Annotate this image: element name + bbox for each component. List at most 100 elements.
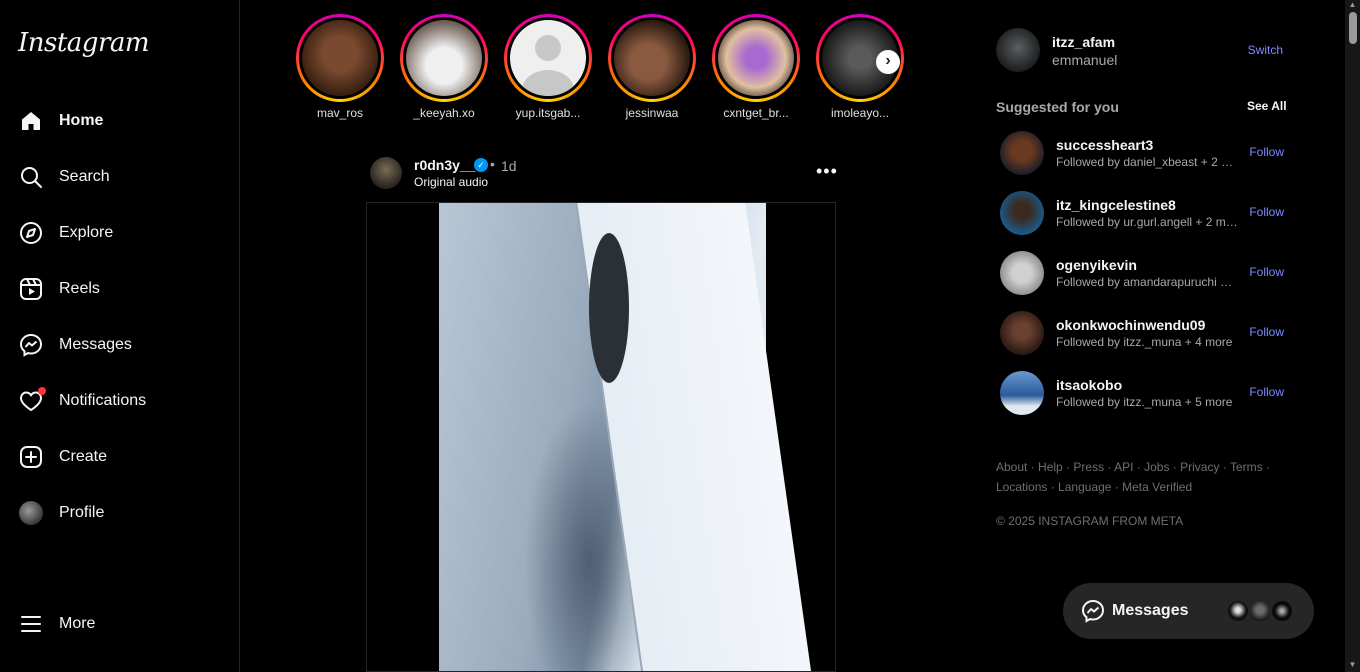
chevron-right-icon[interactable]: › bbox=[876, 50, 900, 74]
see-all-link[interactable]: See All bbox=[1247, 99, 1287, 113]
avatar[interactable] bbox=[996, 28, 1040, 72]
avatar bbox=[718, 20, 794, 96]
footer-link[interactable]: API bbox=[1114, 460, 1133, 474]
suggestion-username[interactable]: ogenyikevin bbox=[1056, 257, 1137, 273]
plus-square-icon bbox=[18, 444, 44, 470]
suggestion-username[interactable]: successheart3 bbox=[1056, 137, 1153, 153]
scroll-down-arrow-icon[interactable]: ▼ bbox=[1347, 660, 1358, 670]
avatar[interactable] bbox=[1000, 371, 1044, 415]
footer-link[interactable]: Locations bbox=[996, 480, 1047, 494]
sidebar-item-search[interactable]: Search bbox=[18, 161, 110, 193]
messenger-icon bbox=[18, 332, 44, 358]
suggestion-subtitle: Followed by amandarapuruchi + 1 more bbox=[1056, 275, 1238, 289]
switch-account-link[interactable]: Switch bbox=[1248, 43, 1283, 57]
sidebar-item-label: Reels bbox=[59, 280, 100, 297]
stories-tray: mav_ros _keeyah.xo yup.itsgab... jessinw… bbox=[296, 14, 908, 124]
story-username: _keeyah.xo bbox=[413, 106, 475, 120]
story-item[interactable]: yup.itsgab... bbox=[504, 14, 592, 120]
verified-badge-icon: ✓ bbox=[474, 158, 488, 172]
post-video[interactable] bbox=[366, 202, 836, 672]
footer-link[interactable]: Press bbox=[1073, 460, 1104, 474]
copyright: © 2025 INSTAGRAM FROM META bbox=[996, 514, 1184, 528]
scrollbar-thumb[interactable] bbox=[1349, 12, 1357, 44]
story-username: jessinwaa bbox=[625, 106, 679, 120]
footer-link[interactable]: Meta Verified bbox=[1122, 480, 1192, 494]
home-icon bbox=[18, 108, 44, 134]
footer-link[interactable]: Help bbox=[1038, 460, 1063, 474]
notification-badge-dot bbox=[38, 387, 46, 395]
scroll-up-arrow-icon[interactable]: ▲ bbox=[1347, 0, 1358, 10]
sidebar-item-messages[interactable]: Messages bbox=[18, 329, 132, 361]
footer-link[interactable]: Jobs bbox=[1144, 460, 1169, 474]
sidebar-item-notifications[interactable]: Notifications bbox=[18, 385, 146, 417]
story-username: yup.itsgab... bbox=[515, 106, 581, 120]
footer-link[interactable]: Terms bbox=[1230, 460, 1263, 474]
sidebar-item-home[interactable]: Home bbox=[18, 105, 103, 137]
suggestion-row: okonkwochinwendu09 Followed by itzz._mun… bbox=[1000, 311, 1286, 355]
suggestion-subtitle: Followed by itzz._muna + 5 more bbox=[1056, 395, 1233, 409]
page-scrollbar[interactable]: ▲ ▼ bbox=[1345, 0, 1360, 672]
follow-button[interactable]: Follow bbox=[1249, 145, 1284, 159]
post-username[interactable]: r0dn3y__ bbox=[414, 157, 475, 173]
avatar[interactable] bbox=[1000, 311, 1044, 355]
follow-button[interactable]: Follow bbox=[1249, 205, 1284, 219]
sidebar-item-label: Search bbox=[59, 168, 110, 185]
sidebar-item-label: Home bbox=[59, 112, 104, 129]
messages-bubble[interactable]: Messages bbox=[1063, 583, 1314, 639]
suggestion-subtitle: Followed by ur.gurl.angell + 2 more bbox=[1056, 215, 1238, 229]
post-time[interactable]: 1d bbox=[501, 158, 517, 174]
sidebar-item-label: Explore bbox=[59, 224, 114, 241]
sidebar-item-reels[interactable]: Reels bbox=[18, 273, 100, 305]
post-audio[interactable]: Original audio bbox=[414, 175, 488, 189]
story-username: cxntget_br... bbox=[723, 106, 789, 120]
avatar bbox=[614, 20, 690, 96]
suggestions-title: Suggested for you bbox=[996, 99, 1119, 115]
video-frame bbox=[439, 203, 815, 671]
account-name: emmanuel bbox=[1052, 52, 1118, 68]
footer-links: About · Help · Press · API · Jobs · Priv… bbox=[996, 460, 1270, 494]
compass-icon bbox=[18, 220, 44, 246]
avatar[interactable] bbox=[1000, 191, 1044, 235]
account-username[interactable]: itzz_afam bbox=[1052, 34, 1115, 50]
avatar bbox=[406, 20, 482, 96]
messenger-icon bbox=[1081, 599, 1105, 623]
avatar[interactable] bbox=[1000, 251, 1044, 295]
story-item[interactable]: _keeyah.xo bbox=[400, 14, 488, 120]
follow-button[interactable]: Follow bbox=[1249, 265, 1284, 279]
sidebar-item-label: Notifications bbox=[59, 392, 147, 409]
sidebar-item-label: Profile bbox=[59, 504, 105, 521]
more-options-icon[interactable]: ••• bbox=[816, 161, 838, 182]
search-icon bbox=[18, 164, 44, 190]
instagram-logo[interactable]: Instagram bbox=[18, 28, 150, 58]
story-item[interactable]: mav_ros bbox=[296, 14, 384, 120]
avatar[interactable] bbox=[1000, 131, 1044, 175]
avatar bbox=[1248, 599, 1272, 623]
separator-dot: • bbox=[490, 156, 495, 172]
story-item[interactable]: jessinwaa bbox=[608, 14, 696, 120]
sidebar-item-profile[interactable]: Profile bbox=[18, 497, 104, 529]
hamburger-icon bbox=[18, 611, 44, 637]
avatar[interactable] bbox=[370, 157, 402, 189]
sidebar-item-explore[interactable]: Explore bbox=[18, 217, 113, 249]
sidebar-item-label: Messages bbox=[59, 336, 132, 353]
sidebar-item-create[interactable]: Create bbox=[18, 441, 107, 473]
avatar bbox=[1226, 599, 1250, 623]
story-item[interactable]: cxntget_br... bbox=[712, 14, 800, 120]
reels-icon bbox=[18, 276, 44, 302]
footer-link[interactable]: Language bbox=[1058, 480, 1111, 494]
suggestion-row: itsaokobo Followed by itzz._muna + 5 mor… bbox=[1000, 371, 1286, 415]
suggestion-username[interactable]: itsaokobo bbox=[1056, 377, 1122, 393]
follow-button[interactable]: Follow bbox=[1249, 385, 1284, 399]
footer-link[interactable]: About bbox=[996, 460, 1027, 474]
post-header: r0dn3y__ ✓ • 1d Original audio ••• bbox=[370, 156, 838, 190]
avatar bbox=[302, 20, 378, 96]
sidebar-item-label: More bbox=[59, 615, 96, 632]
avatar bbox=[1270, 599, 1294, 623]
footer-link[interactable]: Privacy bbox=[1180, 460, 1219, 474]
suggestion-username[interactable]: itz_kingcelestine8 bbox=[1056, 197, 1176, 213]
suggestion-row: ogenyikevin Followed by amandarapuruchi … bbox=[1000, 251, 1286, 295]
sidebar-item-more[interactable]: More bbox=[18, 608, 95, 640]
messages-bubble-label: Messages bbox=[1112, 602, 1189, 619]
follow-button[interactable]: Follow bbox=[1249, 325, 1284, 339]
suggestion-username[interactable]: okonkwochinwendu09 bbox=[1056, 317, 1205, 333]
